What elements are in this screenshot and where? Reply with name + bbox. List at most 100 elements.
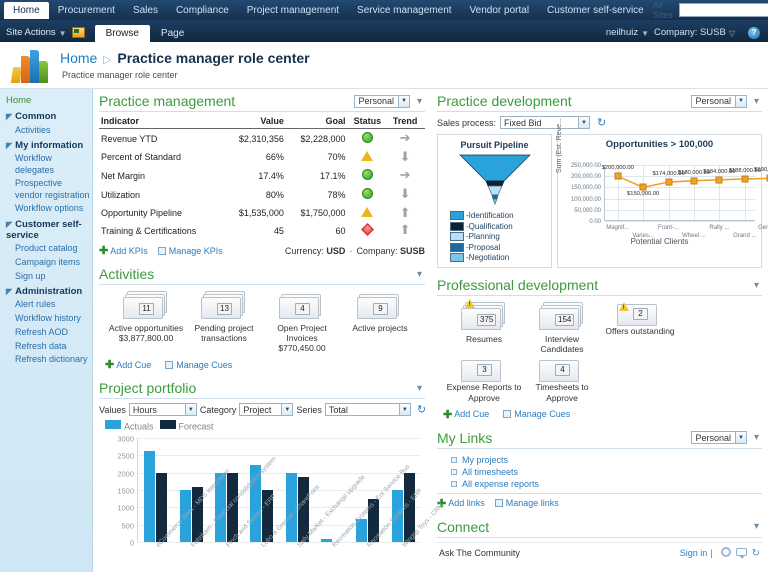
ribbon-tab-page[interactable]: Page bbox=[150, 25, 195, 42]
list-item[interactable]: All expense reports bbox=[451, 479, 762, 489]
grid-icon[interactable] bbox=[157, 246, 166, 255]
sales-process-select[interactable]: Fixed Bid ▼ bbox=[500, 116, 591, 129]
manage-cues-link[interactable]: Manage Cues bbox=[176, 360, 232, 370]
cue-offers-outstanding[interactable]: 2 Offers outstanding bbox=[601, 302, 679, 354]
sidebar-item-refresh-data[interactable]: Refresh data bbox=[15, 341, 92, 352]
add-links-link[interactable]: Add links bbox=[448, 498, 485, 508]
add-icon[interactable]: ✚ bbox=[443, 408, 452, 421]
manage-kpis-link[interactable]: Manage KPIs bbox=[169, 246, 223, 256]
sidebar-group-common[interactable]: ◤ Common bbox=[6, 111, 92, 122]
chevron-down-icon[interactable]: ▼ bbox=[184, 404, 196, 416]
topnav-tab-project-management[interactable]: Project management bbox=[238, 2, 348, 19]
cue-pending-project-transactions[interactable]: 13 Pending project transactions bbox=[185, 291, 263, 353]
search-box[interactable]: 🔍 bbox=[678, 3, 768, 17]
sidebar-group-my-information[interactable]: ◤ My information bbox=[6, 140, 92, 151]
bar-group[interactable] bbox=[138, 438, 173, 542]
user-menu-chevron-down-icon[interactable]: ▼ bbox=[641, 29, 649, 42]
webpart-menu-icon[interactable]: ▾ bbox=[751, 432, 762, 443]
ribbon-tab-browse[interactable]: Browse bbox=[94, 25, 150, 42]
topnav-tab-vendor-portal[interactable]: Vendor portal bbox=[461, 2, 539, 19]
expand-icon[interactable]: ◤ bbox=[6, 141, 12, 150]
bar-actuals[interactable] bbox=[321, 538, 333, 542]
search-input[interactable] bbox=[679, 4, 768, 16]
manage-cues-link[interactable]: Manage Cues bbox=[514, 409, 570, 419]
webpart-menu-icon[interactable]: ▾ bbox=[414, 269, 425, 280]
refresh-icon[interactable]: ↻ bbox=[597, 116, 606, 129]
sidebar-item-activities[interactable]: Activities bbox=[15, 125, 92, 136]
user-menu[interactable]: neilhuiz bbox=[606, 27, 638, 42]
line-chart-point[interactable] bbox=[665, 178, 673, 186]
topnav-tab-sales[interactable]: Sales bbox=[124, 2, 167, 19]
gear-icon[interactable] bbox=[720, 546, 731, 560]
chevron-down-icon[interactable]: ▼ bbox=[281, 404, 293, 416]
add-icon[interactable]: ✚ bbox=[105, 358, 114, 371]
grid-icon[interactable] bbox=[494, 499, 503, 508]
list-item[interactable]: My projects bbox=[451, 455, 762, 465]
link-label[interactable]: My projects bbox=[462, 455, 508, 465]
line-chart-point[interactable] bbox=[715, 176, 723, 184]
table-row[interactable]: Training & Certifications 45 60 ⬆ bbox=[99, 222, 425, 239]
sidebar-item-home[interactable]: Home bbox=[6, 95, 92, 106]
sidebar-item-sign-up[interactable]: Sign up bbox=[15, 271, 92, 282]
site-actions-button[interactable]: Site Actions bbox=[6, 27, 56, 42]
sidebar-item-refresh-aod[interactable]: Refresh AOD bbox=[15, 327, 92, 338]
add-cue-link[interactable]: Add Cue bbox=[116, 360, 151, 370]
site-actions-chevron-down-icon[interactable]: ▼ bbox=[59, 29, 67, 42]
connect-item-label[interactable]: Ask The Community bbox=[439, 548, 520, 558]
refresh-icon[interactable]: ↻ bbox=[417, 403, 426, 416]
breadcrumb-home-link[interactable]: Home bbox=[60, 50, 97, 66]
table-row[interactable]: Opportunity Pipeline $1,535,000 $1,750,0… bbox=[99, 204, 425, 222]
sign-in-link[interactable]: Sign in bbox=[680, 548, 708, 558]
cue-open-project-invoices[interactable]: 4 Open Project Invoices $770,450.00 bbox=[263, 291, 341, 353]
refresh-icon[interactable]: ↻ bbox=[752, 548, 760, 559]
sidebar-item-refresh-dictionary[interactable]: Refresh dictionary bbox=[15, 354, 92, 365]
help-icon[interactable]: ? bbox=[748, 27, 760, 39]
expand-icon[interactable]: ◤ bbox=[6, 287, 12, 296]
sidebar-item-workflow-history[interactable]: Workflow history bbox=[15, 313, 92, 324]
cue-interview-candidates[interactable]: 154 Interview Candidates bbox=[523, 302, 601, 354]
table-row[interactable]: Revenue YTD $2,310,356 $2,228,000 ➔ bbox=[99, 129, 425, 149]
line-chart-point[interactable] bbox=[690, 177, 698, 185]
grid-icon[interactable] bbox=[165, 360, 174, 369]
company-selector[interactable]: Company: SUSB bbox=[654, 27, 726, 42]
line-chart-point[interactable] bbox=[639, 183, 647, 191]
chevron-down-icon[interactable]: ▼ bbox=[397, 95, 409, 107]
topnav-tab-procurement[interactable]: Procurement bbox=[49, 2, 124, 19]
table-row[interactable]: Net Margin 17.4% 17.1% ➔ bbox=[99, 166, 425, 185]
cue-active-projects[interactable]: 9 Active projects bbox=[341, 291, 419, 353]
topnav-tab-compliance[interactable]: Compliance bbox=[167, 2, 238, 19]
sidebar-item-workflow-options[interactable]: Workflow options bbox=[15, 203, 92, 214]
chevron-down-icon[interactable]: ▼ bbox=[398, 404, 410, 416]
cue-expense-reports-to-approve[interactable]: 3 Expense Reports to Approve bbox=[445, 358, 523, 403]
sidebar-item-alert-rules[interactable]: Alert rules bbox=[15, 299, 92, 310]
values-select[interactable]: Hours ▼ bbox=[128, 403, 197, 417]
manage-links-link[interactable]: Manage links bbox=[506, 498, 559, 508]
series-select[interactable]: Total ▼ bbox=[324, 403, 411, 417]
chevron-down-icon[interactable]: ▼ bbox=[578, 117, 590, 128]
topnav-tab-home[interactable]: Home bbox=[4, 1, 49, 19]
webpart-menu-icon[interactable]: ▾ bbox=[414, 383, 425, 394]
cue-active-opportunities[interactable]: 11 Active opportunities $3,877,800.00 bbox=[107, 291, 185, 353]
sidebar-item-product-catalog[interactable]: Product catalog bbox=[15, 243, 92, 254]
chat-icon[interactable] bbox=[735, 547, 747, 559]
chevron-down-icon[interactable]: ▼ bbox=[734, 432, 746, 444]
topnav-tab-service-management[interactable]: Service management bbox=[348, 2, 461, 19]
topnav-tab-customer-self-service[interactable]: Customer self-service bbox=[538, 2, 653, 19]
sidebar-item-campaign-items[interactable]: Campaign items bbox=[15, 257, 92, 268]
category-select[interactable]: Project ▼ bbox=[239, 403, 294, 417]
bar-actuals[interactable] bbox=[144, 451, 156, 542]
add-kpis-link[interactable]: Add KPIs bbox=[110, 246, 148, 256]
personalize-selector[interactable]: Personal ▼ bbox=[691, 431, 747, 445]
sidebar-group-customer-self-service[interactable]: ◤ Customer self-service bbox=[6, 219, 92, 241]
navigate-up-icon[interactable] bbox=[71, 27, 85, 38]
line-chart-point[interactable] bbox=[614, 172, 622, 180]
webpart-menu-icon[interactable]: ▾ bbox=[751, 96, 762, 107]
cue-resumes[interactable]: 375 Resumes bbox=[445, 299, 523, 354]
grid-icon[interactable] bbox=[503, 410, 512, 419]
link-label[interactable]: All timesheets bbox=[462, 467, 518, 477]
list-item[interactable]: All timesheets bbox=[451, 467, 762, 477]
webpart-menu-icon[interactable]: ▾ bbox=[751, 280, 762, 291]
expand-icon[interactable]: ◤ bbox=[6, 112, 12, 121]
webpart-menu-icon[interactable]: ▾ bbox=[414, 96, 425, 107]
sidebar-item-workflow-delegates[interactable]: Workflow delegates bbox=[15, 153, 92, 176]
